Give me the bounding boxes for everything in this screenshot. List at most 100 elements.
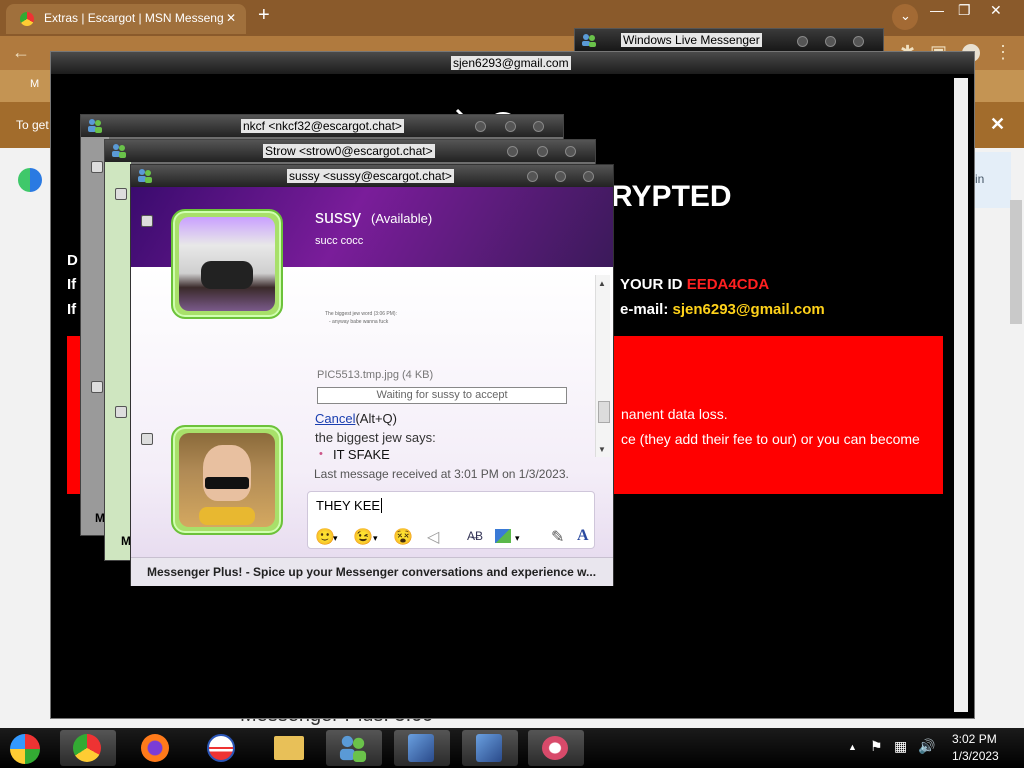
close-icon[interactable]	[533, 121, 544, 132]
message-input[interactable]: THEY KEE	[316, 498, 383, 513]
window-close-icon[interactable]: ✕	[990, 2, 1002, 19]
handwriting-pen-icon[interactable]: ✎	[551, 527, 564, 547]
contact-name: sussy	[315, 207, 362, 227]
collapse-icon[interactable]	[91, 381, 103, 393]
windows-logo-icon	[10, 734, 40, 764]
restore-icon[interactable]: ❐	[958, 2, 971, 19]
minimize-icon[interactable]	[475, 121, 486, 132]
campaign-logo-icon	[207, 734, 235, 762]
ransom-window-titlebar[interactable]: sjen6293@gmail.com	[51, 52, 974, 74]
taskbar-obama[interactable]	[194, 730, 250, 766]
own-avatar[interactable]	[171, 425, 283, 535]
emoticon-icon[interactable]: 🙂	[315, 527, 335, 547]
browser-tab-title: Extras | Escargot | MSN Messeng	[44, 11, 224, 25]
contact-avatar[interactable]	[171, 209, 283, 319]
taskbar-setup-1[interactable]	[394, 730, 450, 766]
messenger-buddy-icon	[112, 144, 126, 158]
last-received-status: Last message received at 3:01 PM on 1/3/…	[314, 467, 569, 481]
warning-line-1: nanent data loss.	[621, 406, 728, 422]
bookmark-item[interactable]: M	[30, 78, 39, 90]
ransom-email-label: e-mail:	[620, 301, 673, 318]
cancel-line: Cancel(Alt+Q)	[315, 411, 397, 426]
taskbar-firefox[interactable]	[128, 730, 184, 766]
background-picker-icon[interactable]	[495, 529, 511, 543]
info-bar-close-icon[interactable]: ✕	[990, 114, 1005, 135]
network-icon[interactable]: ▦	[894, 738, 907, 755]
page-scrollbar[interactable]	[1010, 200, 1022, 324]
taskbar-snipping-tool[interactable]	[528, 730, 584, 766]
volume-icon[interactable]: 🔊	[918, 738, 935, 755]
voice-clip-icon[interactable]: ◁	[427, 527, 439, 547]
messenger-plus-text: Messenger Plus! - Spice up your Messenge…	[147, 565, 597, 579]
chat-window-title: Strow <strow0@escargot.chat>	[263, 144, 435, 158]
close-icon[interactable]	[853, 36, 864, 47]
collapse-icon[interactable]	[91, 161, 103, 173]
conversation-scrollbar[interactable]: ▲ ▼	[595, 275, 610, 457]
collapse-icon[interactable]	[115, 188, 127, 200]
taskbar-explorer[interactable]	[262, 730, 318, 766]
installer-icon	[476, 734, 502, 762]
start-button[interactable]	[2, 730, 50, 766]
scroll-up-icon[interactable]: ▲	[598, 279, 606, 288]
close-icon[interactable]	[583, 171, 594, 182]
received-image-thumbnail[interactable]: The biggest jew word (3:06 PM): - anyway…	[325, 311, 425, 333]
nudge-icon[interactable]: 😵	[393, 527, 413, 547]
maximize-icon[interactable]	[825, 36, 836, 47]
messenger-plus-bar[interactable]: Messenger Plus! - Spice up your Messenge…	[131, 557, 613, 586]
chat-window-title: nkcf <nkcf32@escargot.chat>	[241, 119, 404, 133]
back-arrow-icon[interactable]: ←	[12, 42, 30, 63]
installer-icon	[408, 734, 434, 762]
clock-date[interactable]: 1/3/2023	[952, 749, 999, 763]
image-caption-line-1: The biggest jew word (3:06 PM):	[325, 311, 397, 317]
contact-avatar-picture	[179, 217, 275, 311]
wink-icon[interactable]: 😉	[353, 527, 373, 547]
collapse-icon[interactable]	[115, 406, 127, 418]
contact-status: (Available)	[371, 211, 433, 226]
minimize-icon[interactable]	[797, 36, 808, 47]
ransom-window-title: sjen6293@gmail.com	[451, 56, 571, 70]
message-bullet: •	[319, 448, 323, 460]
menu-dots-icon[interactable]: ⋮	[994, 42, 1012, 63]
minimize-icon[interactable]	[527, 171, 538, 182]
action-center-flag-icon[interactable]: ⚑	[870, 738, 883, 755]
folder-icon	[274, 736, 304, 760]
cancel-link[interactable]: Cancel	[315, 411, 355, 426]
chat-window-titlebar[interactable]: nkcf <nkcf32@escargot.chat>	[81, 115, 563, 137]
chevron-down-icon[interactable]: ▾	[515, 533, 520, 544]
taskbar-setup-2[interactable]	[462, 730, 518, 766]
scroll-thumb[interactable]	[598, 401, 610, 423]
new-tab-button[interactable]: +	[258, 4, 270, 27]
minimize-icon[interactable]	[507, 146, 518, 157]
clock-time[interactable]: 3:02 PM	[952, 732, 997, 746]
browser-tab[interactable]: Extras | Escargot | MSN Messeng ✕	[6, 4, 246, 34]
taskbar-chrome[interactable]	[60, 730, 116, 766]
chat-window-sussy[interactable]: sussy <sussy@escargot.chat> sussy (Avail…	[130, 164, 614, 586]
collapse-icon[interactable]	[141, 433, 153, 445]
maximize-icon[interactable]	[555, 171, 566, 182]
tab-search-button[interactable]: ⌄	[892, 4, 918, 30]
font-icon[interactable]: A	[577, 527, 589, 545]
messenger-buddy-icon	[582, 34, 596, 47]
maximize-icon[interactable]	[505, 121, 516, 132]
chat-window-titlebar[interactable]: sussy <sussy@escargot.chat>	[131, 165, 613, 187]
own-avatar-picture	[179, 433, 275, 527]
ransom-scrollbar[interactable]	[954, 78, 968, 712]
minimize-icon[interactable]: —	[930, 2, 944, 18]
spellcheck-icon[interactable]: A̶B	[467, 529, 483, 543]
chevron-down-icon[interactable]: ▾	[373, 533, 378, 544]
show-hidden-icons-icon[interactable]: ▲	[848, 742, 857, 752]
ransom-email-value: sjen6293@gmail.com	[672, 301, 825, 318]
page-side-card: in	[975, 152, 1011, 208]
close-icon[interactable]	[565, 146, 576, 157]
ransom-line-3-prefix: If	[67, 301, 77, 318]
tab-close-icon[interactable]: ✕	[226, 4, 236, 32]
taskbar-messenger[interactable]	[326, 730, 382, 766]
chat-window-title: sussy <sussy@escargot.chat>	[287, 169, 454, 183]
chevron-down-icon[interactable]: ▾	[333, 533, 338, 544]
chat-window-titlebar[interactable]: Strow <strow0@escargot.chat>	[105, 140, 595, 162]
collapse-icon[interactable]	[141, 215, 153, 227]
ransom-id-label: YOUR ID	[620, 276, 687, 293]
warning-line-2: ce (they add their fee to our) or you ca…	[621, 431, 920, 447]
scroll-down-icon[interactable]: ▼	[598, 445, 606, 454]
maximize-icon[interactable]	[537, 146, 548, 157]
